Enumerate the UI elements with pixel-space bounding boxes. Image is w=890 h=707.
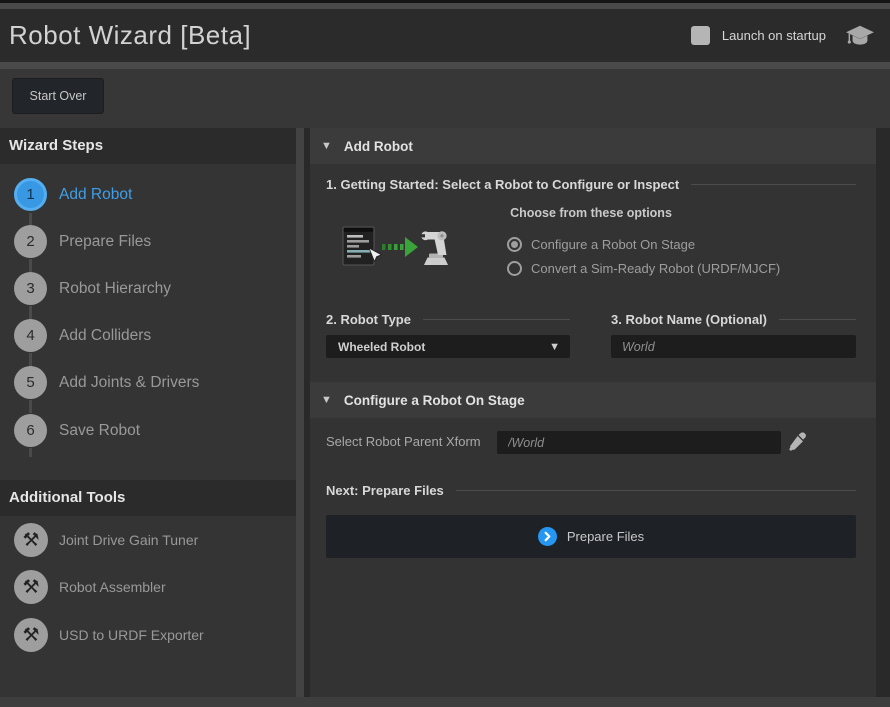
step-circle-save-robot[interactable]: 6 (14, 414, 47, 447)
parent-xform-label: Select Robot Parent Xform (326, 432, 481, 452)
hammer-wrench-icon: ⚒ (22, 531, 39, 550)
sidebar-item-add-joints[interactable]: Add Joints & Drivers (59, 373, 199, 393)
divider (691, 184, 856, 185)
robot-name-label: 3. Robot Name (Optional) (611, 312, 767, 327)
sidebar-item-add-colliders[interactable]: Add Colliders (59, 326, 151, 346)
chevron-down-icon: ▼ (321, 140, 332, 152)
getting-started-row: 1. Getting Started: Select a Robot to Co… (326, 174, 856, 194)
radio-icon (507, 261, 522, 276)
main-panel: ▼ Add Robot 1. Getting Started: Select a… (310, 128, 876, 697)
titlebar-actions: Launch on startup (691, 9, 876, 62)
step-circle-prepare-files[interactable]: 2 (14, 225, 47, 258)
radio-configure-on-stage[interactable]: Configure a Robot On Stage (507, 236, 780, 252)
radio-icon (507, 237, 522, 252)
step-circle-add-robot[interactable]: 1 (14, 178, 47, 211)
tools-icon[interactable]: ⚒ (14, 618, 48, 652)
step-connector (29, 213, 32, 225)
launch-on-startup-checkbox[interactable] (691, 26, 710, 45)
hammer-wrench-icon: ⚒ (22, 578, 39, 597)
add-robot-section-title: Add Robot (344, 139, 413, 154)
window-bottom-bar (0, 697, 890, 707)
divider (456, 490, 856, 491)
tools-icon[interactable]: ⚒ (14, 523, 48, 557)
eyedropper-icon[interactable] (786, 431, 808, 453)
prepare-files-button[interactable]: Prepare Files (326, 515, 856, 558)
arrow-right-circle-icon (538, 527, 557, 546)
titlebar: Robot Wizard [Beta] Launch on startup (0, 9, 890, 62)
stage-to-robot-icon (340, 224, 450, 268)
start-over-button[interactable]: Start Over (12, 78, 104, 114)
wizard-steps-header: Wizard Steps (0, 128, 296, 164)
parent-xform-input[interactable] (497, 431, 781, 454)
step-circle-add-colliders[interactable]: 4 (14, 319, 47, 352)
divider (779, 319, 856, 320)
robot-name-row: 3. Robot Name (Optional) (611, 309, 856, 329)
robot-name-input[interactable] (611, 335, 856, 358)
step-connector (29, 448, 32, 457)
next-step-row: Next: Prepare Files (326, 480, 856, 500)
toolbar: Start Over (0, 69, 890, 128)
step-circle-robot-hierarchy[interactable]: 3 (14, 272, 47, 305)
robot-type-row: 2. Robot Type (326, 309, 570, 329)
robot-source-radio-group: Configure a Robot On Stage Convert a Sim… (507, 236, 780, 284)
titlebar-divider (0, 62, 890, 69)
radio-convert-sim-ready[interactable]: Convert a Sim-Ready Robot (URDF/MJCF) (507, 260, 780, 276)
launch-on-startup-label: Launch on startup (722, 28, 826, 43)
step-circle-add-joints[interactable]: 5 (14, 366, 47, 399)
sidebar-item-save-robot[interactable]: Save Robot (59, 421, 140, 441)
robot-type-dropdown[interactable]: Wheeled Robot ▼ (326, 335, 570, 358)
sidebar-item-add-robot[interactable]: Add Robot (59, 185, 132, 205)
tools-icon[interactable]: ⚒ (14, 570, 48, 604)
prepare-files-button-label: Prepare Files (567, 529, 644, 544)
sidebar-item-usd-to-urdf-exporter[interactable]: USD to URDF Exporter (59, 625, 204, 645)
robot-type-label: 2. Robot Type (326, 312, 411, 327)
configure-section-title: Configure a Robot On Stage (344, 393, 525, 408)
step-connector (29, 306, 32, 319)
step-connector (29, 259, 32, 272)
sidebar-item-joint-drive-gain-tuner[interactable]: Joint Drive Gain Tuner (59, 530, 198, 550)
graduation-cap-icon[interactable] (844, 23, 876, 49)
additional-tools-header: Additional Tools (0, 480, 296, 516)
content-area: Wizard Steps 1 Add Robot 2 Prepare Files… (0, 128, 890, 697)
robot-type-value: Wheeled Robot (338, 340, 549, 354)
next-step-label: Next: Prepare Files (326, 483, 444, 498)
chevron-down-icon: ▼ (321, 394, 332, 406)
choose-options-label: Choose from these options (326, 206, 856, 220)
divider (423, 319, 570, 320)
sidebar-item-prepare-files[interactable]: Prepare Files (59, 232, 151, 252)
step-connector (29, 353, 32, 366)
step-connector (29, 400, 32, 413)
page-title: Robot Wizard [Beta] (9, 20, 251, 51)
sidebar-item-robot-assembler[interactable]: Robot Assembler (59, 577, 166, 597)
panel-splitter[interactable] (296, 128, 304, 697)
robot-wizard-window: Robot Wizard [Beta] Launch on startup St… (0, 0, 890, 707)
getting-started-label: 1. Getting Started: Select a Robot to Co… (326, 177, 679, 192)
wizard-steps-sidebar: Wizard Steps 1 Add Robot 2 Prepare Files… (0, 128, 296, 697)
hammer-wrench-icon: ⚒ (22, 626, 39, 645)
add-robot-section-header[interactable]: ▼ Add Robot (310, 128, 876, 164)
sidebar-item-robot-hierarchy[interactable]: Robot Hierarchy (59, 279, 171, 299)
dropdown-arrow-icon: ▼ (549, 341, 560, 353)
configure-section-header[interactable]: ▼ Configure a Robot On Stage (310, 382, 876, 418)
